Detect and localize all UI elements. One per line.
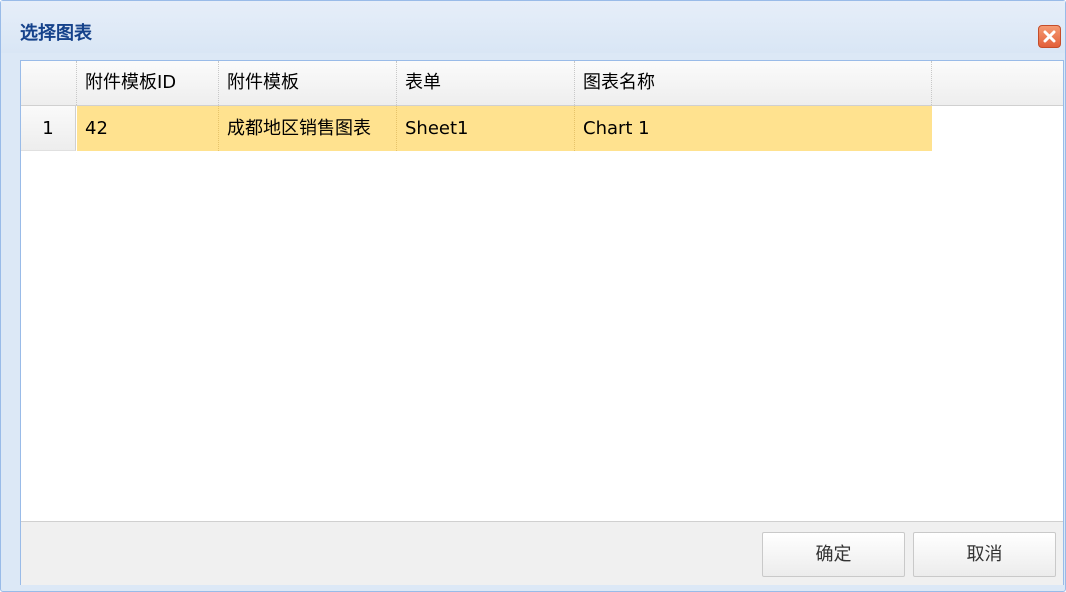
cell-template[interactable]: 成都地区销售图表 (219, 106, 397, 151)
grid-panel: 附件模板ID 附件模板 表单 图表名称 1 42 成都地区销售图表 Sheet1… (20, 60, 1064, 585)
dialog-titlebar[interactable]: 选择图表 (1, 1, 1065, 53)
ok-button[interactable]: 确定 (762, 532, 905, 577)
cancel-button[interactable]: 取消 (913, 532, 1056, 577)
row-number: 1 (21, 106, 76, 151)
header-sheet[interactable]: 表单 (397, 61, 575, 105)
header-spacer (932, 61, 1063, 105)
close-icon (1043, 30, 1056, 43)
grid-header: 附件模板ID 附件模板 表单 图表名称 (21, 61, 1063, 106)
header-rownumber (21, 61, 77, 105)
header-chart-name[interactable]: 图表名称 (575, 61, 932, 105)
cell-template-id[interactable]: 42 (77, 106, 219, 151)
select-chart-dialog: 选择图表 附件模板ID 附件模板 表单 图表名称 1 42 成都地区销售图表 S… (0, 0, 1066, 592)
close-button[interactable] (1038, 25, 1061, 48)
cell-chart-name[interactable]: Chart 1 (575, 106, 932, 151)
cell-sheet[interactable]: Sheet1 (397, 106, 575, 151)
dialog-footer: 确定 取消 (21, 521, 1063, 585)
dialog-title: 选择图表 (20, 23, 92, 44)
header-template[interactable]: 附件模板 (219, 61, 397, 105)
header-template-id[interactable]: 附件模板ID (77, 61, 219, 105)
